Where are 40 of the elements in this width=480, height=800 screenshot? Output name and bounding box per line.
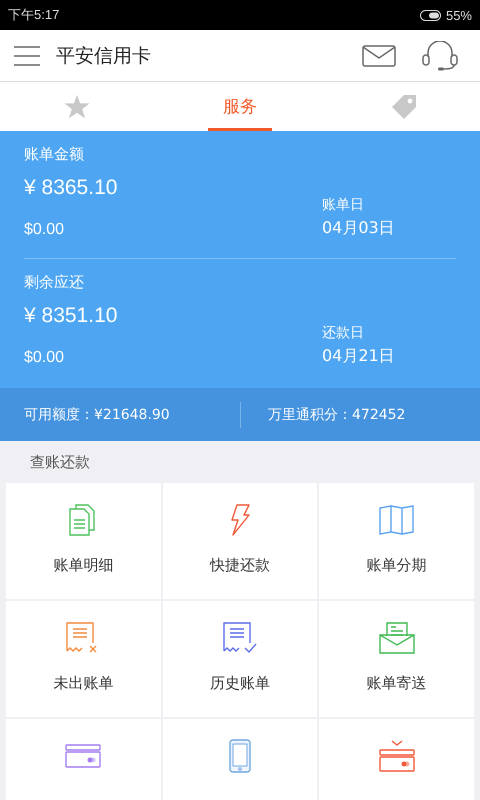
battery-icon	[420, 10, 442, 20]
card-icon	[378, 739, 415, 773]
bill-amount: ¥ 8365.10	[24, 176, 118, 200]
service-label: 账单寄送	[366, 674, 427, 693]
available-credit: 可用额度：¥21648.90	[23, 406, 171, 424]
mail-icon[interactable]	[362, 44, 396, 66]
usd-amount: $0.00	[24, 221, 64, 239]
service-tile[interactable]: 历史账单	[162, 601, 318, 717]
usd-amount: $0.00	[24, 349, 64, 367]
bill-label: 账单金额	[24, 145, 85, 164]
date-value: 04月21日	[322, 346, 396, 367]
bill-label: 剩余应还	[24, 273, 85, 292]
service-label: 账单明细	[53, 556, 114, 575]
bill-amount: ¥ 8351.10	[24, 304, 118, 328]
service-tile[interactable]: 未出账单	[6, 601, 161, 717]
star-icon	[64, 94, 90, 118]
headset-icon[interactable]	[422, 40, 458, 70]
service-label: 历史账单	[210, 674, 270, 693]
date-value: 04月03日	[322, 218, 396, 239]
service-tile[interactable]: 快捷还款	[162, 483, 318, 599]
app-title: 平安信用卡	[56, 44, 152, 68]
envelope-icon	[378, 621, 415, 655]
tag-icon	[390, 94, 416, 118]
service-tile[interactable]: 账单寄送	[319, 601, 474, 717]
phone-icon	[228, 739, 251, 773]
date-label: 还款日	[322, 324, 365, 342]
service-label: 账单分期	[366, 556, 427, 575]
service-tile[interactable]: 账单明细	[6, 483, 161, 599]
date-label: 账单日	[322, 196, 365, 214]
menu-icon[interactable]	[14, 46, 40, 66]
service-label: 未出账单	[53, 674, 114, 693]
section-title: 查账还款	[30, 452, 90, 472]
service-label: 快捷还款	[210, 556, 270, 575]
points-balance: 万里通积分：472452	[267, 406, 406, 424]
status-time: 下午5:17	[8, 6, 60, 24]
receipt-icon	[222, 621, 257, 655]
battery-level: 55%	[446, 8, 472, 22]
lightning-icon	[228, 503, 251, 537]
map-icon	[378, 503, 415, 537]
service-tile[interactable]: 账单分期	[319, 483, 474, 599]
